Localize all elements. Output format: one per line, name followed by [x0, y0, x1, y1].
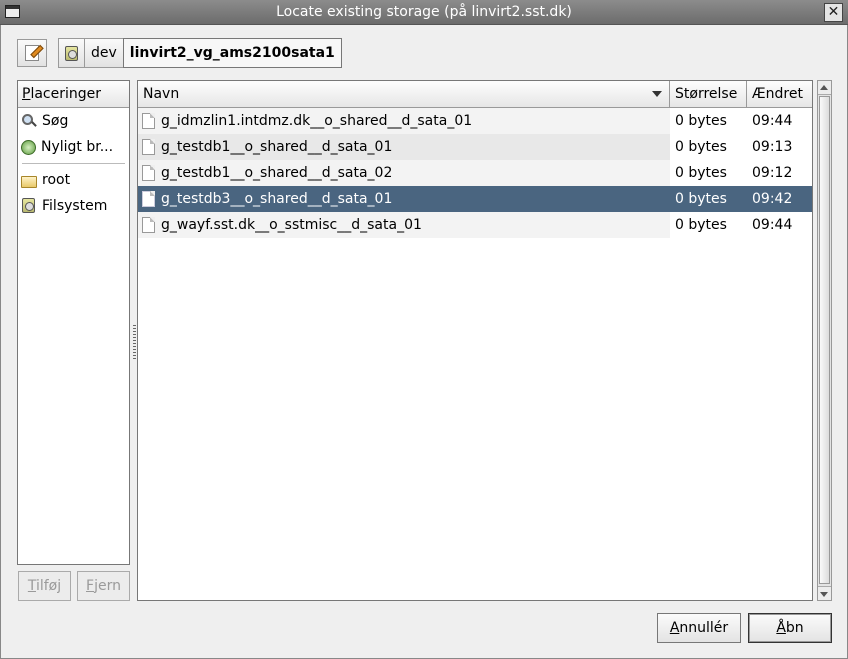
cancel-button[interactable]: Annullér: [657, 613, 741, 643]
file-icon: [142, 139, 155, 155]
file-icon: [142, 217, 155, 233]
remove-bookmark-button[interactable]: Fjern: [77, 571, 130, 601]
column-size[interactable]: Størrelse: [670, 81, 747, 107]
file-row[interactable]: g_testdb1__o_shared__d_sata_02 0 bytes 0…: [138, 160, 812, 186]
place-search[interactable]: Søg: [18, 108, 129, 134]
pane-resize-handle[interactable]: [133, 325, 136, 359]
places-header: Placeringer: [18, 81, 129, 108]
search-icon: [21, 113, 37, 129]
edit-icon: [25, 45, 39, 61]
file-row[interactable]: g_testdb1__o_shared__d_sata_01 0 bytes 0…: [138, 134, 812, 160]
column-modified[interactable]: Ændret: [747, 81, 812, 107]
places-sidebar: Placeringer Søg Nyligt br... root Filsys…: [17, 80, 130, 565]
open-button[interactable]: Åbn: [748, 613, 832, 643]
dialog-body: dev linvirt2_vg_ams2100sata1 Placeringer…: [0, 25, 848, 659]
recent-icon: [21, 139, 36, 155]
path-segment-current[interactable]: linvirt2_vg_ams2100sata1: [122, 38, 342, 68]
places-separator: [22, 163, 125, 164]
place-recent[interactable]: Nyligt br...: [18, 134, 129, 160]
path-segment-dev[interactable]: dev: [84, 38, 124, 68]
title-bar[interactable]: Locate existing storage (på linvirt2.sst…: [0, 0, 848, 25]
drive-icon: [65, 45, 78, 61]
file-icon: [142, 113, 155, 129]
file-icon: [142, 165, 155, 181]
file-row[interactable]: g_idmzlin1.intdmz.dk__o_shared__d_sata_0…: [138, 108, 812, 134]
file-row-selected[interactable]: g_testdb3__o_shared__d_sata_01 0 bytes 0…: [138, 186, 812, 212]
path-root-button[interactable]: [58, 38, 85, 68]
scroll-thumb[interactable]: [819, 96, 830, 584]
scroll-up-icon[interactable]: [818, 81, 831, 95]
type-location-button[interactable]: [17, 39, 47, 67]
folder-icon: [21, 175, 37, 188]
window-title: Locate existing storage (på linvirt2.sst…: [276, 4, 572, 20]
column-name[interactable]: Navn: [138, 81, 670, 107]
drive-icon: [21, 198, 37, 214]
sort-descending-icon: [652, 91, 662, 97]
file-row[interactable]: g_wayf.sst.dk__o_sstmisc__d_sata_01 0 by…: [138, 212, 812, 238]
place-root[interactable]: root: [18, 167, 129, 193]
file-icon: [142, 191, 155, 207]
file-list-scrollbar[interactable]: [817, 80, 832, 601]
file-list-header: Navn Størrelse Ændret: [138, 81, 812, 108]
close-button[interactable]: ✕: [824, 3, 843, 22]
add-bookmark-button[interactable]: Tilføj: [18, 571, 71, 601]
close-icon: ✕: [827, 4, 840, 20]
place-filesystem[interactable]: Filsystem: [18, 193, 129, 219]
scroll-down-icon[interactable]: [818, 586, 831, 600]
file-list: Navn Størrelse Ændret g_idmzlin1.intdmz.…: [137, 80, 813, 601]
path-bar: dev linvirt2_vg_ams2100sata1: [58, 38, 342, 68]
